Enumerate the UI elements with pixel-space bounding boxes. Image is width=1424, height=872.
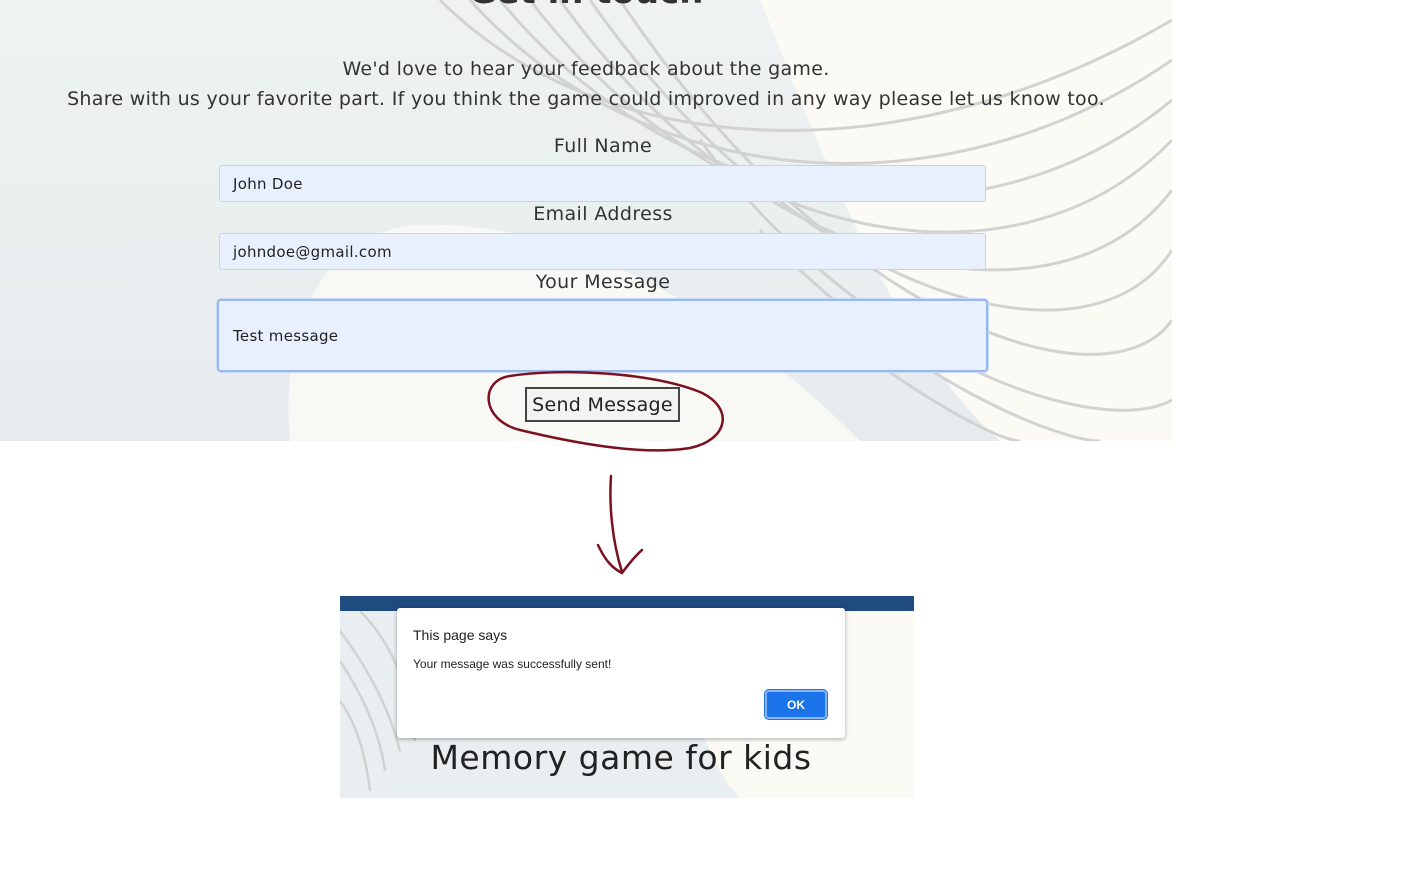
email-input[interactable]: johndoe@gmail.com — [219, 233, 986, 270]
email-label: Email Address — [533, 203, 673, 225]
alert-title: This page says — [413, 627, 508, 643]
alert-dialog: This page says Your message was successf… — [397, 608, 845, 738]
message-label: Your Message — [535, 271, 671, 293]
full-name-input[interactable]: John Doe — [219, 165, 986, 202]
intro-text-line-1: We'd love to hear your feedback about th… — [342, 58, 830, 80]
page-heading: Get in touch — [0, 0, 1172, 12]
alert-screenshot: Memory game for kids This page says Your… — [340, 596, 914, 798]
intro-text-line-2: Share with us your favorite part. If you… — [67, 88, 1105, 110]
page-title: Memory game for kids — [430, 738, 812, 777]
ok-button[interactable]: OK — [765, 690, 827, 719]
send-message-button[interactable]: Send Message — [525, 387, 680, 422]
message-textarea[interactable]: Test message — [217, 299, 988, 372]
alert-message: Your message was successfully sent! — [413, 657, 612, 671]
full-name-label: Full Name — [553, 135, 653, 157]
contact-form-screenshot: Get in touch We'd love to hear your feed… — [0, 0, 1172, 441]
down-arrow — [596, 474, 644, 575]
